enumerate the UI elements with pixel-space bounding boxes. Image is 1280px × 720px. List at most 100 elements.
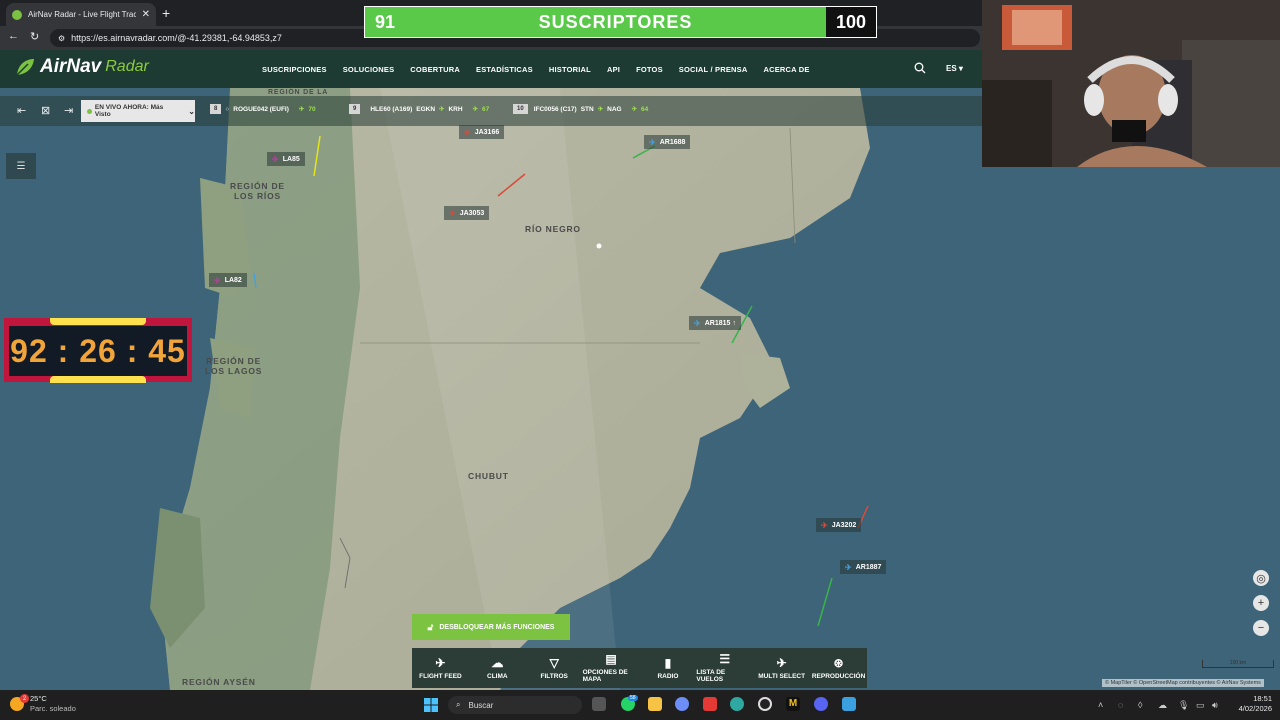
flight-label-ar1688[interactable]: ✈ AR1688 (644, 135, 691, 149)
timer-accent-bottom (50, 376, 146, 383)
airnav-logo[interactable]: AirNav Radar (14, 56, 149, 78)
nav-suscripciones[interactable]: SUSCRIPCIONES (254, 65, 335, 74)
zoom-in-button[interactable]: + (1253, 595, 1269, 611)
task-view-icon[interactable] (592, 697, 606, 711)
logo-subtext: Radar (105, 58, 149, 75)
menu-multi-select[interactable]: ✈ MULTI SELECT (753, 648, 810, 688)
search-icon[interactable] (914, 62, 926, 74)
nav-social-prensa[interactable]: SOCIAL / PRENSA (671, 65, 756, 74)
flight-label-ar1887[interactable]: ✈ AR1887 (840, 560, 887, 574)
tray-app-icon[interactable]: ◌ (1118, 700, 1123, 710)
nav-cobertura[interactable]: COBERTURA (402, 65, 468, 74)
subscriber-goal: 100 (826, 7, 876, 37)
tray-shield-icon[interactable]: ◊ (1138, 700, 1142, 710)
nav-estadisticas[interactable]: ESTADÍSTICAS (468, 65, 541, 74)
tray-monitor-icon[interactable]: ▭ (1196, 700, 1205, 711)
plane-icon: ✈ (694, 318, 701, 328)
zoom-out-button[interactable]: − (1253, 620, 1269, 636)
plane-icon: ✈ (214, 275, 221, 285)
menu-filtros[interactable]: ▽ FILTROS (526, 648, 583, 688)
close-tab-icon[interactable]: ✕ (142, 9, 150, 20)
flight-label-la85[interactable]: ✈ LA85 (267, 152, 305, 166)
tray-volume-icon[interactable]: 🔊︎ (1212, 700, 1218, 711)
chevron-down-icon: ⌄ (188, 106, 195, 116)
new-tab-button[interactable]: + (162, 5, 170, 21)
reload-icon[interactable]: ↻ (30, 30, 39, 43)
nav-soluciones[interactable]: SOLUCIONES (335, 65, 403, 74)
clock-time: 18:51 (1253, 694, 1272, 703)
menu-label: FILTROS (540, 672, 568, 680)
live-stat-9[interactable]: 9 HLE60 (A169) EGKN ✈ KRH ✈ 67 (349, 104, 489, 114)
stat-route-from: EGKN (416, 105, 436, 113)
map-scale: 100 km (1202, 660, 1274, 668)
radio-icon: ▮ (664, 655, 672, 670)
taskbar-clock[interactable]: 18:51 4/02/2026 (1228, 694, 1272, 714)
browser-tab[interactable]: AirNav Radar - Live Flight Tracker ✕ (6, 3, 156, 26)
chrome-icon[interactable] (758, 697, 772, 711)
circle-icon: ○ (225, 105, 230, 113)
language-select[interactable]: ES ▾ (946, 64, 963, 73)
menu-radio[interactable]: ▮ RADIO (640, 648, 697, 688)
flight-label-ja3166[interactable]: ✈ JA3166 (459, 125, 505, 139)
logo-text: AirNav (40, 56, 102, 77)
url-text: https://es.airnavradar.com/@-41.29381,-6… (71, 33, 282, 43)
map-terrain (0, 88, 1280, 690)
nav-fotos[interactable]: FOTOS (628, 65, 671, 74)
flight-callsign: AR1688 (659, 138, 686, 146)
flight-map[interactable] (0, 88, 1280, 690)
flight-callsign: LA85 (282, 155, 300, 163)
flight-label-ja3053[interactable]: ✈ JA3053 (444, 206, 490, 220)
plane-icon: ✈ (272, 154, 279, 164)
menu-reproduccion[interactable]: ⊛ REPRODUCCIÓN (810, 648, 867, 688)
menu-lista-vuelos[interactable]: ☰ LISTA DE VUELOS (696, 648, 753, 688)
pdf-app-icon[interactable] (703, 697, 717, 711)
live-now-select[interactable]: EN VIVO AHORA: Más Visto ⌄ (81, 100, 195, 122)
viewers-icon: ✈ (631, 106, 638, 113)
menu-clima[interactable]: ☁ CLIMA (469, 648, 526, 688)
calculator-icon[interactable] (842, 697, 856, 711)
tray-onedrive-icon[interactable]: ☁ (1158, 700, 1167, 711)
flight-callsign: JA3202 (831, 521, 857, 529)
flight-callsign: JA3166 (474, 128, 500, 136)
map-options-icon: ▤ (605, 652, 617, 666)
flight-label-ja3202[interactable]: ✈ JA3202 (816, 518, 862, 532)
live-stat-10[interactable]: 10 IFC0056 (C17) STN ✈ NAG ✈ 64 (513, 104, 648, 114)
copilot-icon[interactable] (675, 697, 689, 711)
region-label-chubut: CHUBUT (468, 471, 509, 481)
flight-label-ar1815[interactable]: ✈ AR1815 ↑ (689, 316, 741, 330)
playback-icon: ⊛ (833, 655, 844, 670)
map-attribution[interactable]: © MapTiler © OpenStreetMap contribuyente… (1102, 679, 1264, 687)
region-label-los-rios: REGIÓN DE LOS RÍOS (230, 181, 285, 201)
side-panel-button[interactable]: ☰ (6, 153, 36, 179)
close-panel-icon[interactable]: ⊠ (41, 104, 50, 117)
nav-historial[interactable]: HISTORIAL (541, 65, 599, 74)
plane-icon: ✈ (449, 208, 456, 218)
filter-icon: ▽ (549, 655, 559, 670)
skip-next-icon[interactable]: ⇥ (64, 104, 73, 117)
unlock-features-button[interactable]: 🔓︎ DESBLOQUEAR MÁS FUNCIONES (412, 614, 570, 640)
site-info-icon[interactable]: ⚙ (58, 34, 65, 43)
stat-flight: ROGUE042 (EUFI) (233, 105, 289, 113)
nav-acerca-de[interactable]: ACERCA DE (756, 65, 818, 74)
live-dot-icon (87, 108, 92, 114)
nav-api[interactable]: API (599, 65, 628, 74)
collapse-panel-icon[interactable]: ⇤ (17, 104, 26, 117)
discord-icon[interactable] (814, 697, 828, 711)
menu-label: FLIGHT FEED (419, 672, 462, 680)
m-app-icon[interactable]: M (786, 697, 800, 711)
tray-chevron-up-icon[interactable]: ˄ (1098, 700, 1103, 710)
menu-opciones-mapa[interactable]: ▤ OPCIONES DE MAPA (583, 648, 640, 688)
tray-mic-icon[interactable]: 🎙︎ (1178, 700, 1189, 711)
live-stat-8[interactable]: 8 ○ ROGUE042 (EUFI) ✈ 70 (210, 104, 316, 114)
flight-label-la82[interactable]: ✈ LA82 (209, 273, 247, 287)
weather-cloud-icon: ☁ (491, 655, 504, 670)
taskbar-search[interactable]: ⌕ Buscar (448, 696, 582, 714)
menu-flight-feed[interactable]: ✈ FLIGHT FEED (412, 648, 469, 688)
locate-icon[interactable]: ◎ (1253, 570, 1269, 586)
back-icon[interactable]: ← (8, 30, 19, 42)
route-arrow-icon: ✈ (439, 106, 445, 113)
windows-start-icon[interactable] (424, 698, 438, 712)
file-explorer-icon[interactable] (648, 697, 662, 711)
edge-icon[interactable] (730, 697, 744, 711)
flight-callsign: LA82 (224, 276, 242, 284)
